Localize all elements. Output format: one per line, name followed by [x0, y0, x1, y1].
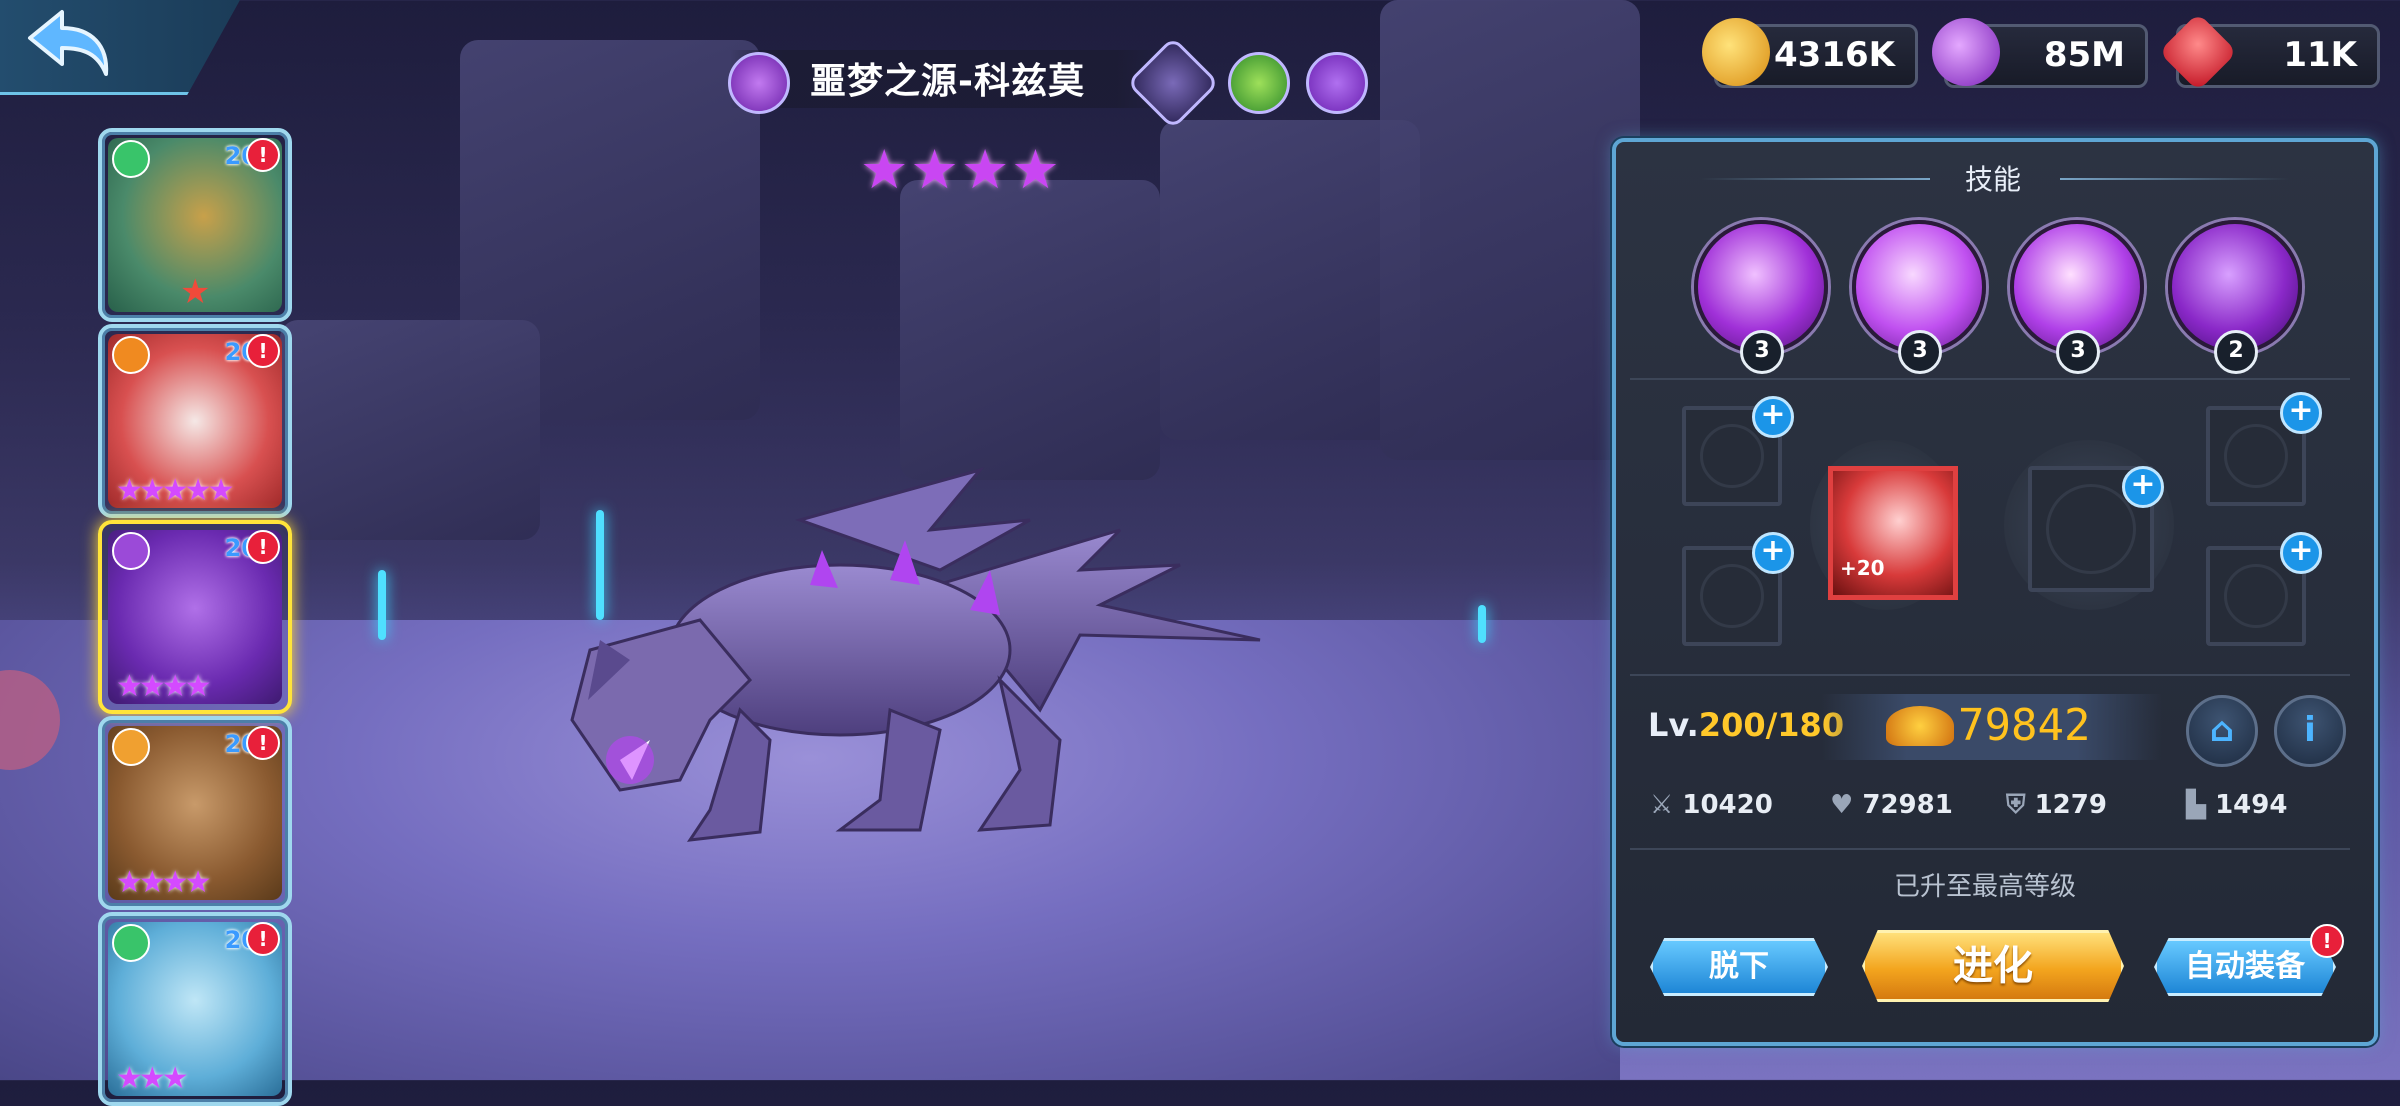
- roster-card[interactable]: 20 ! ★: [98, 128, 292, 322]
- alert-badge-icon: !: [2310, 924, 2344, 958]
- glowing-plant: [378, 570, 386, 640]
- moon-element-icon: [728, 52, 790, 114]
- gold-amount: 4316K: [1774, 35, 1895, 75]
- power-wings-icon: [1886, 706, 1954, 746]
- skill-level: 2: [2214, 330, 2258, 374]
- item-enhance-level: +20: [1840, 556, 1885, 580]
- divider-ornament: [1700, 178, 1930, 180]
- divider: [1630, 674, 2350, 676]
- glowing-plant: [1478, 605, 1486, 643]
- skill-level: 3: [1740, 330, 1784, 374]
- stat-health: ♥ 72981: [1830, 790, 1953, 820]
- power-value: 79842: [1958, 700, 2091, 751]
- stat-attack: ⚔ 10420: [1650, 790, 1773, 820]
- skill-vortex-icon[interactable]: 2: [2168, 220, 2302, 374]
- lock-icon[interactable]: ⌂: [2186, 695, 2258, 767]
- add-equipment-icon[interactable]: +: [1752, 396, 1794, 438]
- evolve-button[interactable]: 进化: [1862, 930, 2124, 1002]
- roster-card-selected[interactable]: 20 ! ★★★★: [98, 520, 292, 714]
- max-level-note: 已升至最高等级: [1894, 872, 2077, 902]
- add-equipment-icon[interactable]: +: [2280, 532, 2322, 574]
- unequip-button[interactable]: 脱下: [1650, 938, 1828, 996]
- hero-stars: ★★★: [116, 1061, 189, 1096]
- roster-card[interactable]: 20 ! ★★★★★: [98, 324, 292, 518]
- skill-shield-icon[interactable]: 3: [1694, 220, 1828, 374]
- speed-value: 1494: [2215, 790, 2288, 820]
- attack-value: 10420: [1682, 790, 1773, 820]
- back-arrow-icon[interactable]: [22, 8, 112, 80]
- gold-coin-icon: [1702, 18, 1770, 86]
- element-icon: [112, 924, 150, 962]
- armor-icon: ⛨: [2006, 790, 2026, 820]
- health-value: 72981: [1862, 790, 1953, 820]
- roster-card[interactable]: 20 ! ★★★: [98, 912, 292, 1106]
- element-icon: [112, 728, 150, 766]
- stat-speed: ▙ 1494: [2186, 790, 2287, 820]
- rank-star-icon: ★: [180, 272, 211, 312]
- info-icon[interactable]: i: [2274, 695, 2346, 767]
- alert-badge-icon: !: [246, 922, 280, 956]
- add-equipment-icon[interactable]: +: [2122, 466, 2164, 508]
- skill-heal-icon[interactable]: 3: [1852, 220, 1986, 374]
- element-icon: [112, 336, 150, 374]
- background-rock: [900, 180, 1160, 480]
- hero-stars: ★★★★: [116, 669, 212, 704]
- roster-card[interactable]: 20 ! ★★★★: [98, 716, 292, 910]
- skill-slash-icon[interactable]: 3: [2010, 220, 2144, 374]
- element-icon: [112, 532, 150, 570]
- element-icon: [112, 140, 150, 178]
- hero-level-label: Lv.200/180: [1648, 706, 1844, 744]
- skill-level: 3: [1898, 330, 1942, 374]
- add-equipment-icon[interactable]: +: [1752, 532, 1794, 574]
- add-equipment-icon[interactable]: +: [2280, 392, 2322, 434]
- divider: [1630, 378, 2350, 380]
- hero-name: 噩梦之源-科兹莫: [810, 61, 1085, 102]
- background-rock: [1380, 0, 1640, 460]
- auto-equip-button[interactable]: 自动装备: [2154, 938, 2336, 996]
- defense-value: 1279: [2034, 790, 2107, 820]
- boot-icon: ▙: [2186, 790, 2206, 820]
- alert-badge-icon: !: [246, 138, 280, 172]
- sword-icon: ⚔: [1650, 790, 1674, 820]
- level-prefix: Lv.: [1648, 706, 1699, 744]
- skills-title: 技能: [1965, 163, 2022, 196]
- background-rock: [280, 320, 540, 540]
- hexagon-rank-icon[interactable]: [1228, 52, 1290, 114]
- stat-defense: ⛨ 1279: [2006, 790, 2107, 821]
- essence-amount: 85M: [2043, 35, 2125, 75]
- alert-badge-icon: !: [246, 530, 280, 564]
- divider: [1630, 848, 2350, 850]
- skill-level: 3: [2056, 330, 2100, 374]
- divider-ornament: [2060, 178, 2290, 180]
- awaken-icon[interactable]: [1306, 52, 1368, 114]
- hero-dragon-model[interactable]: [560, 460, 1360, 880]
- purple-orb-icon: [1932, 18, 2000, 86]
- hero-stars: ★★★★★: [116, 473, 235, 508]
- alert-badge-icon: !: [246, 726, 280, 760]
- gem-amount: 11K: [2283, 35, 2357, 75]
- heart-icon: ♥: [1830, 790, 1854, 820]
- alert-badge-icon: !: [246, 334, 280, 368]
- hero-stars: ★★★★: [116, 865, 212, 900]
- hero-star-rating: ★★★★: [860, 138, 1062, 201]
